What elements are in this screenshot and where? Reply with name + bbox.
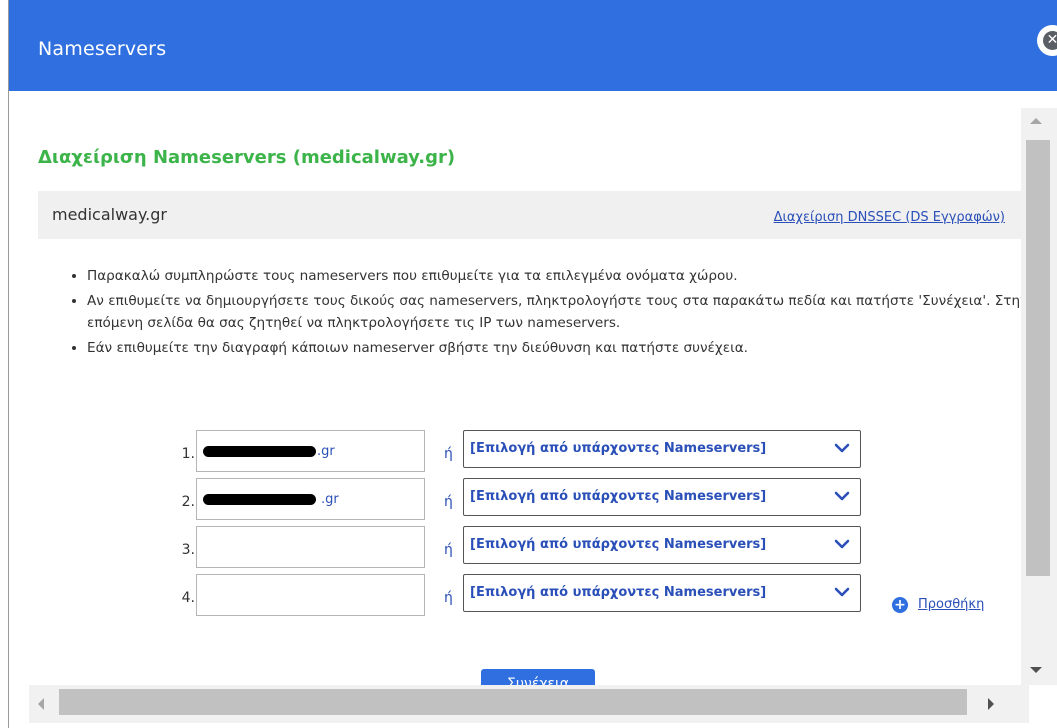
section-title: Διαχείριση Nameservers (medicalway.gr) [38, 147, 456, 168]
or-label: ή [444, 446, 453, 462]
nameserver-row-4: 4. ή [Επιλογή από υπάρχοντες Nameservers… [167, 574, 867, 616]
close-icon: ✕ [1043, 31, 1057, 50]
dialog-title: Nameservers [38, 38, 167, 60]
nameserver-row-2: 2. .gr ή [Επιλογή από υπάρχοντες Nameser… [167, 478, 867, 520]
select-value: [Επιλογή από υπάρχοντες Nameservers] [470, 489, 767, 504]
redaction-mark [203, 494, 316, 505]
dialog-content: Διαχείριση Nameservers (medicalway.gr) m… [9, 91, 1021, 685]
domain-bar: medicalway.gr Διαχείριση DNSSEC (DS Εγγρ… [38, 191, 1021, 239]
chevron-down-icon [834, 587, 850, 597]
horizontal-scrollbar[interactable] [29, 685, 1029, 723]
nameserver-select-4[interactable]: [Επιλογή από υπάρχοντες Nameservers] [463, 574, 861, 612]
add-label: Προσθήκη [918, 597, 985, 612]
scroll-down-arrow-icon[interactable] [1030, 667, 1042, 673]
dialog-header: Nameservers ✕ [9, 0, 1057, 91]
nameserver-select-3[interactable]: [Επιλογή από υπάρχοντες Nameservers] [463, 526, 861, 564]
close-button[interactable]: ✕ [1037, 25, 1057, 56]
nameserver-number: 4. [181, 590, 195, 606]
nameserver-input-3[interactable] [196, 526, 425, 568]
nameserver-number: 1. [181, 446, 195, 462]
vertical-scroll-thumb[interactable] [1026, 140, 1050, 576]
domain-name: medicalway.gr [52, 205, 167, 224]
instruction-item: Αν επιθυμείτε να δημιουργήσετε τους δικο… [87, 290, 1021, 334]
scroll-left-arrow-icon[interactable] [38, 698, 44, 710]
nameserver-select-2[interactable]: [Επιλογή από υπάρχοντες Nameservers] [463, 478, 861, 516]
instruction-item: Εάν επιθυμείτε την διαγραφή κάποιων name… [87, 337, 1021, 359]
plus-circle-icon: + [892, 597, 908, 613]
continue-button[interactable]: Συνέχεια [481, 669, 595, 685]
select-value: [Επιλογή από υπάρχοντες Nameservers] [470, 441, 767, 456]
select-value: [Επιλογή από υπάρχοντες Nameservers] [470, 537, 767, 552]
redaction-mark [203, 446, 316, 457]
instruction-item: Παρακαλώ συμπληρώστε τους nameservers πο… [87, 265, 1021, 287]
vertical-scrollbar[interactable] [1021, 108, 1057, 685]
or-label: ή [444, 590, 453, 606]
nameserver-input-1[interactable]: .gr [196, 430, 425, 472]
chevron-down-icon [834, 539, 850, 549]
nameserver-number: 2. [181, 494, 195, 510]
scrollbar-corner [1029, 685, 1057, 728]
nameserver-value: .gr [321, 492, 339, 507]
scroll-right-arrow-icon[interactable] [988, 698, 994, 710]
nameserver-input-2[interactable]: .gr [196, 478, 425, 520]
nameserver-value: .gr [317, 444, 335, 459]
horizontal-scroll-thumb[interactable] [59, 689, 967, 715]
or-label: ή [444, 494, 453, 510]
chevron-down-icon [834, 443, 850, 453]
nameserver-input-4[interactable] [196, 574, 425, 616]
select-value: [Επιλογή από υπάρχοντες Nameservers] [470, 585, 767, 600]
nameserver-select-1[interactable]: [Επιλογή από υπάρχοντες Nameservers] [463, 430, 861, 468]
nameserver-row-1: 1. .gr ή [Επιλογή από υπάρχοντες Nameser… [167, 430, 867, 472]
dnssec-link[interactable]: Διαχείριση DNSSEC (DS Εγγραφών) [774, 210, 1005, 225]
or-label: ή [444, 542, 453, 558]
instructions-list: Παρακαλώ συμπληρώστε τους nameservers πο… [65, 265, 1021, 362]
nameserver-number: 3. [181, 542, 195, 558]
nameserver-row-3: 3. ή [Επιλογή από υπάρχοντες Nameservers… [167, 526, 867, 568]
chevron-down-icon [834, 491, 850, 501]
scroll-up-arrow-icon[interactable] [1030, 118, 1042, 124]
